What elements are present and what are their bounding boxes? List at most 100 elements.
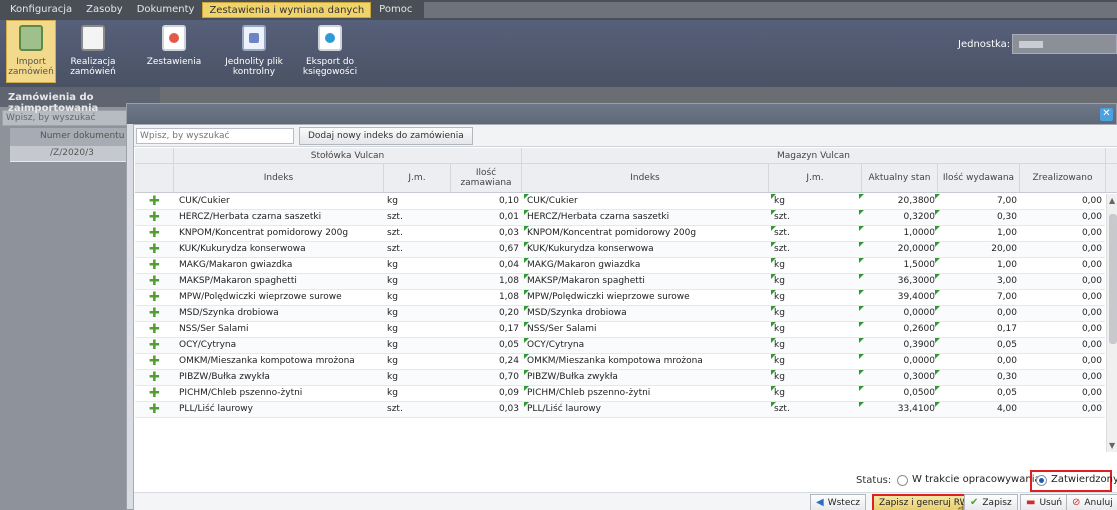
add-row-icon[interactable]: ✚ (135, 290, 174, 306)
cell-jm-magazyn[interactable]: kg (774, 194, 858, 210)
cell-jm-magazyn[interactable]: kg (774, 290, 858, 306)
cell-jm-magazyn[interactable]: kg (774, 274, 858, 290)
panel-search-input[interactable]: Wpisz, by wyszukać (2, 110, 128, 126)
export-accounting-button[interactable]: Eksport do księgowości (300, 25, 360, 77)
cell-indeks-magazyn[interactable]: PICHM/Chleb pszenno-żytni (527, 386, 767, 402)
table-row[interactable]: ✚ NSS/Ser Salami kg 0,17 NSS/Ser Salami kg 0,2… (135, 322, 1105, 338)
scrollbar-thumb[interactable] (1109, 214, 1117, 344)
cell-jm-magazyn[interactable]: szt. (774, 402, 858, 418)
col-indeks-magazyn[interactable]: Indeks (522, 164, 769, 192)
col-jm-magazyn[interactable]: J.m. (769, 164, 862, 192)
cell-jm-magazyn[interactable]: kg (774, 370, 858, 386)
add-row-icon[interactable]: ✚ (135, 338, 174, 354)
cell-indeks-magazyn[interactable]: NSS/Ser Salami (527, 322, 767, 338)
cell-indeks-magazyn[interactable]: MSD/Szynka drobiowa (527, 306, 767, 322)
scroll-down-icon[interactable]: ▼ (1109, 441, 1115, 450)
cell-jm-magazyn[interactable]: szt. (774, 242, 858, 258)
col-jm[interactable]: J.m. (384, 164, 451, 192)
table-row[interactable]: ✚ OCY/Cytryna kg 0,05 OCY/Cytryna kg 0,3900 0,0… (135, 338, 1105, 354)
col-ilosc-wydawana[interactable]: Ilość wydawana (938, 164, 1020, 192)
cell-jm-magazyn[interactable]: kg (774, 338, 858, 354)
cell-jm-magazyn[interactable]: szt. (774, 226, 858, 242)
back-button[interactable]: ◀ Wstecz (810, 494, 867, 510)
table-row[interactable]: ✚ KUK/Kukurydza konserwowa szt. 0,67 KUK/Kuk… (135, 242, 1105, 258)
cell-ilosc-wydawana[interactable]: 4,00 (938, 402, 1017, 418)
save-button[interactable]: ✔ Zapisz (964, 494, 1018, 510)
cell-ilosc-wydawana[interactable]: 0,05 (938, 386, 1017, 402)
menu-zestawienia[interactable]: Zestawienia i wymiana danych (202, 2, 372, 18)
add-index-button[interactable]: Dodaj nowy indeks do zamówienia (299, 127, 473, 145)
status-radio-in-progress[interactable] (897, 475, 908, 486)
menu-dokumenty[interactable]: Dokumenty (131, 2, 201, 18)
cell-indeks-magazyn[interactable]: KUK/Kukurydza konserwowa (527, 242, 767, 258)
menu-zasoby[interactable]: Zasoby (80, 2, 129, 18)
add-row-icon[interactable]: ✚ (135, 226, 174, 242)
add-row-icon[interactable]: ✚ (135, 354, 174, 370)
col-ilosc-zamawiana[interactable]: Ilość zamawiana (451, 164, 522, 192)
table-row[interactable]: ✚ MPW/Polędwiczki wieprzowe surowe kg 1,08 M… (135, 290, 1105, 306)
delete-button[interactable]: ▬ Usuń (1020, 494, 1069, 510)
cell-ilosc-wydawana[interactable]: 20,00 (938, 242, 1017, 258)
cell-indeks-magazyn[interactable]: PLL/Liść laurowy (527, 402, 767, 418)
close-icon[interactable]: ✕ (1100, 108, 1113, 121)
add-row-icon[interactable]: ✚ (135, 322, 174, 338)
cell-indeks-magazyn[interactable]: MAKG/Makaron gwiazdka (527, 258, 767, 274)
cell-ilosc-wydawana[interactable]: 0,00 (938, 354, 1017, 370)
order-realization-button[interactable]: Realizacja zamówień (68, 25, 118, 77)
table-row[interactable]: ✚ PICHM/Chleb pszenno-żytni kg 0,09 PICHM/Ch… (135, 386, 1105, 402)
cell-jm-magazyn[interactable]: kg (774, 322, 858, 338)
table-row[interactable]: ✚ MSD/Szynka drobiowa kg 0,20 MSD/Szynka dro… (135, 306, 1105, 322)
cell-jm-magazyn[interactable]: kg (774, 258, 858, 274)
reports-button[interactable]: Zestawienia (146, 25, 202, 67)
cell-ilosc-wydawana[interactable]: 7,00 (938, 290, 1017, 306)
cell-ilosc-wydawana[interactable]: 0,17 (938, 322, 1017, 338)
cell-ilosc-wydawana[interactable]: 7,00 (938, 194, 1017, 210)
cell-indeks-magazyn[interactable]: KNPOM/Koncentrat pomidorowy 200g (527, 226, 767, 242)
cell-ilosc-wydawana[interactable]: 1,00 (938, 226, 1017, 242)
table-row[interactable]: ✚ MAKSP/Makaron spaghetti kg 1,08 MAKSP/Maka… (135, 274, 1105, 290)
table-row[interactable]: ✚ PLL/Liść laurowy szt. 0,03 PLL/Liść laurow… (135, 402, 1105, 418)
cell-indeks-magazyn[interactable]: OMKM/Mieszanka kompotowa mrożona (527, 354, 767, 370)
add-row-icon[interactable]: ✚ (135, 370, 174, 386)
menu-pomoc[interactable]: Pomoc (373, 2, 418, 18)
table-row[interactable]: ✚ CUK/Cukier kg 0,10 CUK/Cukier kg 20,3800 7,00… (135, 194, 1105, 210)
cell-ilosc-wydawana[interactable]: 0,00 (938, 306, 1017, 322)
status-option-approved[interactable]: Zatwierdzony (1051, 474, 1117, 485)
cell-indeks-magazyn[interactable]: MAKSP/Makaron spaghetti (527, 274, 767, 290)
cell-ilosc-wydawana[interactable]: 3,00 (938, 274, 1017, 290)
add-row-icon[interactable]: ✚ (135, 306, 174, 322)
add-row-icon[interactable]: ✚ (135, 386, 174, 402)
cancel-button[interactable]: ⊘ Anuluj (1066, 494, 1117, 510)
scroll-up-icon[interactable]: ▲ (1109, 196, 1115, 205)
cell-indeks-magazyn[interactable]: HERCZ/Herbata czarna saszetki (527, 210, 767, 226)
cell-indeks-magazyn[interactable]: CUK/Cukier (527, 194, 767, 210)
status-radio-approved[interactable] (1036, 475, 1047, 486)
add-row-icon[interactable]: ✚ (135, 210, 174, 226)
cell-ilosc-wydawana[interactable]: 0,30 (938, 210, 1017, 226)
add-row-icon[interactable]: ✚ (135, 258, 174, 274)
vertical-scrollbar[interactable]: ▲ ▼ (1106, 194, 1117, 452)
table-row[interactable]: ✚ HERCZ/Herbata czarna saszetki szt. 0,01 HE… (135, 210, 1105, 226)
cell-jm-magazyn[interactable]: kg (774, 306, 858, 322)
cell-indeks-magazyn[interactable]: PIBZW/Bułka zwykła (527, 370, 767, 386)
jpk-button[interactable]: Jednolity plik kontrolny (222, 25, 286, 77)
cell-ilosc-wydawana[interactable]: 0,30 (938, 370, 1017, 386)
cell-jm-magazyn[interactable]: kg (774, 354, 858, 370)
cell-indeks-magazyn[interactable]: OCY/Cytryna (527, 338, 767, 354)
cell-jm-magazyn[interactable]: kg (774, 386, 858, 402)
add-row-icon[interactable]: ✚ (135, 274, 174, 290)
import-orders-button[interactable]: Import zamówień (6, 20, 56, 83)
col-indeks[interactable]: Indeks (174, 164, 384, 192)
col-aktualny-stan[interactable]: Aktualny stan (862, 164, 938, 192)
unit-select[interactable] (1012, 34, 1117, 54)
table-row[interactable]: ✚ MAKG/Makaron gwiazdka kg 0,04 MAKG/Makaron… (135, 258, 1105, 274)
table-row[interactable]: ✚ PIBZW/Bułka zwykła kg 0,70 PIBZW/Bułka zwy… (135, 370, 1105, 386)
status-option-in-progress[interactable]: W trakcie opracowywania (912, 474, 1041, 485)
cell-jm-magazyn[interactable]: szt. (774, 210, 858, 226)
table-row[interactable]: ✚ OMKM/Mieszanka kompotowa mrożona kg 0,24 O… (135, 354, 1105, 370)
add-row-icon[interactable]: ✚ (135, 194, 174, 210)
cell-ilosc-wydawana[interactable]: 1,00 (938, 258, 1017, 274)
col-zrealizowano[interactable]: Zrealizowano (1020, 164, 1106, 192)
cell-ilosc-wydawana[interactable]: 0,05 (938, 338, 1017, 354)
add-row-icon[interactable]: ✚ (135, 242, 174, 258)
